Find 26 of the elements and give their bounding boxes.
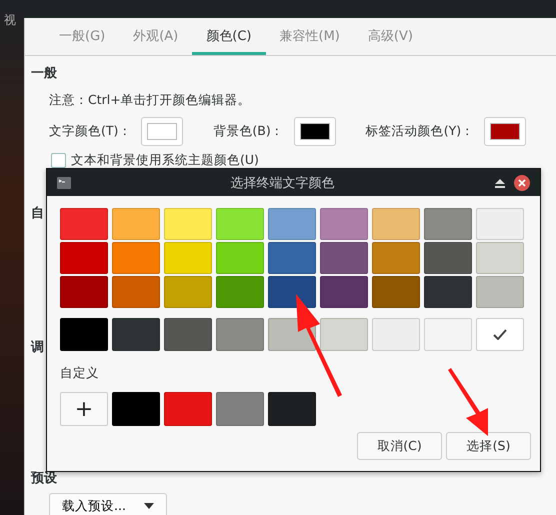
color-label: 文字颜色(T)： [49, 123, 132, 140]
menu-label: 视 [3, 12, 17, 29]
color-label: 背景色(B)： [213, 123, 284, 140]
section-heading: 自 [31, 205, 44, 222]
check-icon [493, 329, 507, 340]
color-button[interactable] [484, 117, 526, 146]
eject-icon[interactable] [494, 178, 506, 188]
dialog-button[interactable]: 选择(S) [446, 432, 531, 460]
preset-dropdown[interactable]: 载入预设... [49, 493, 167, 515]
terminal-icon [57, 176, 71, 188]
section-heading: 一般 [31, 65, 57, 82]
dialog-title: 选择终端文字颜色 [230, 174, 336, 192]
color-button[interactable] [294, 117, 336, 146]
checkbox[interactable] [51, 153, 66, 168]
color-swatch[interactable] [476, 318, 524, 351]
caret-icon [144, 503, 154, 509]
dialog-button[interactable]: 取消(C) [357, 432, 442, 460]
close-icon[interactable] [514, 174, 530, 190]
section-heading: 调 [31, 339, 44, 356]
section-heading: 预设 [31, 470, 57, 487]
color-button[interactable] [141, 117, 184, 146]
add-color-button[interactable]: + [60, 392, 108, 426]
note-text: 注意：Ctrl+单击打开颜色编辑器。 [48, 91, 252, 109]
color-label: 标签活动颜色(Y)： [366, 123, 474, 140]
checkbox-label: 文本和背景使用系统主题颜色(U) [71, 152, 259, 169]
custom-label: 自定义 [60, 365, 100, 382]
